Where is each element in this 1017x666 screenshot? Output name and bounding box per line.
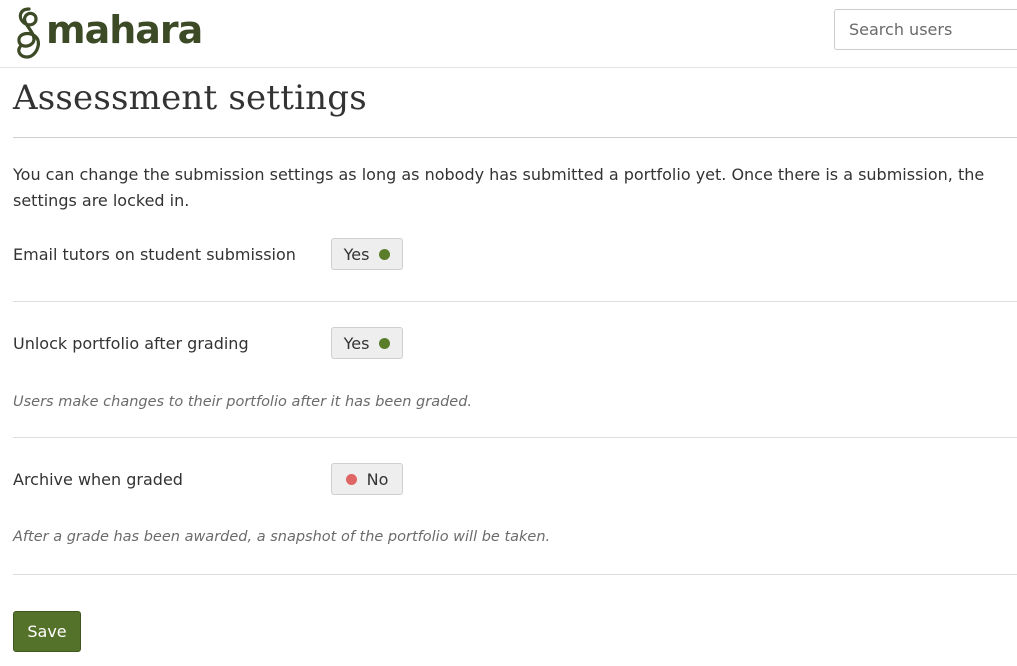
page-title: Assessment settings [13, 78, 367, 118]
unlock-portfolio-label: Unlock portfolio after grading [13, 334, 249, 353]
mahara-knot-icon [17, 7, 40, 59]
archive-when-graded-toggle[interactable]: No [331, 463, 403, 495]
toggle-value: Yes [343, 333, 370, 353]
toggle-on-indicator [379, 337, 391, 349]
toggle-value: Yes [343, 244, 370, 264]
email-tutors-label: Email tutors on student submission [13, 245, 296, 264]
divider [13, 574, 1017, 575]
unlock-portfolio-help: Users make changes to their portfolio af… [13, 394, 473, 410]
site-header: mahara [0, 0, 1017, 68]
unlock-portfolio-toggle[interactable]: Yes [331, 327, 403, 359]
email-tutors-toggle[interactable]: Yes [331, 238, 403, 270]
toggle-off-indicator [345, 473, 357, 485]
archive-when-graded-label: Archive when graded [13, 470, 183, 489]
mahara-logo[interactable]: mahara [14, 4, 203, 62]
archive-when-graded-help: After a grade has been awarded, a snapsh… [13, 529, 551, 545]
search-users-input[interactable] [834, 9, 1017, 50]
logo-text: mahara [46, 8, 203, 52]
save-button[interactable]: Save [13, 611, 81, 652]
intro-text: You can change the submission settings a… [13, 165, 985, 210]
title-divider [13, 137, 1017, 138]
toggle-on-indicator [379, 248, 391, 260]
divider [13, 437, 1017, 438]
divider [13, 301, 1017, 302]
toggle-value: No [366, 469, 389, 489]
